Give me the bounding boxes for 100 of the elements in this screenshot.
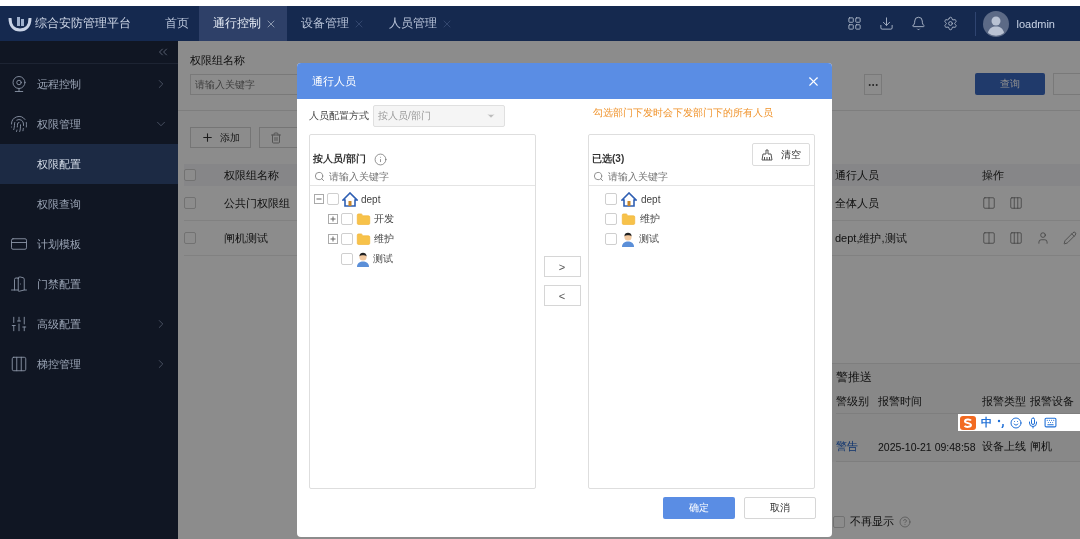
logo-icon (8, 14, 32, 33)
column-header: 报警设备 (1030, 394, 1074, 409)
expand-toggle-icon[interactable] (328, 214, 338, 224)
checkbox[interactable] (184, 232, 196, 244)
sidebar-subitem[interactable]: 权限配置 (0, 144, 178, 184)
nav-tab[interactable]: 设备管理 (287, 6, 375, 41)
column-header: 警级别 (836, 394, 869, 409)
ime-mode[interactable]: 中 (981, 415, 992, 430)
fingerprint-icon (10, 115, 28, 133)
panel-title: 按人员/部门 (313, 152, 366, 166)
app-title: 综合安防管理平台 (35, 15, 132, 32)
table-cell: 2025-10-21 09:48:58 (878, 440, 976, 453)
table-cell: 闸机测试 (224, 230, 268, 246)
help-icon (899, 515, 911, 528)
cancel-button[interactable]: 取消 (744, 497, 816, 519)
avatar[interactable] (983, 10, 1010, 37)
panel-title: 警推送 (836, 368, 872, 386)
folder-icon (356, 211, 371, 227)
plus-icon (201, 131, 214, 144)
smile-icon[interactable] (1010, 416, 1022, 429)
nav-tab[interactable]: 通行控制 (199, 6, 287, 41)
table-cell: 设备上线 (982, 439, 1026, 454)
folder-icon (356, 231, 371, 247)
download-icon[interactable] (879, 16, 895, 31)
sidebar-item[interactable]: 计划模板 (0, 224, 178, 264)
field-label: 权限组名称 (190, 53, 246, 68)
expand-toggle-icon[interactable] (328, 234, 338, 244)
collapse-toggle-icon[interactable] (314, 194, 324, 204)
tree-item[interactable]: 测试 (373, 252, 393, 266)
broom-icon (761, 148, 773, 161)
door-icon[interactable] (1009, 231, 1023, 245)
checkbox[interactable] (341, 233, 353, 245)
table-cell: dept,维护,测试 (835, 230, 907, 246)
search-field[interactable]: 请输入关键字 (608, 171, 814, 182)
transfer-button[interactable]: > (543, 256, 581, 277)
table-cell: 警告 (836, 439, 858, 454)
nav-tab[interactable]: 人员管理 (375, 6, 463, 41)
caret-icon (486, 111, 496, 121)
person-icon (356, 251, 370, 267)
checkbox-label: 不再显示 (850, 514, 894, 529)
column-header: 权限组名称 (224, 167, 279, 183)
checkbox[interactable] (605, 193, 617, 205)
settings-icon[interactable] (943, 16, 959, 31)
table-cell: 公共门权限组 (224, 195, 290, 211)
checkbox[interactable] (184, 197, 196, 209)
folder-icon (621, 211, 636, 227)
user-icon[interactable] (1036, 231, 1050, 245)
pencil-icon[interactable] (1063, 231, 1077, 245)
tree-item[interactable]: dept (361, 193, 381, 205)
list-item[interactable]: 维护 (640, 212, 660, 226)
table-cell: 全体人员 (835, 195, 879, 211)
checkbox[interactable] (341, 213, 353, 225)
person-icon (621, 231, 635, 247)
column-header: 通行人员 (835, 167, 879, 183)
checkbox[interactable] (184, 169, 196, 181)
panel-icon[interactable] (982, 231, 996, 245)
sidebar-item[interactable]: 梯控管理 (0, 344, 178, 384)
bell-icon[interactable] (911, 16, 927, 31)
search-icon (593, 171, 604, 182)
tree-item[interactable]: 维护 (374, 232, 394, 246)
columns-icon (10, 355, 28, 373)
house-icon (342, 191, 358, 207)
tree-item[interactable]: 开发 (374, 212, 394, 226)
panel-icon[interactable] (982, 196, 996, 210)
table-cell: 闸机 (1030, 439, 1052, 454)
checkbox[interactable] (341, 253, 353, 265)
sidebar-item[interactable]: 高级配置 (0, 304, 178, 344)
webcam-icon (10, 75, 28, 93)
list-item[interactable]: dept (641, 193, 661, 205)
sidebar-item[interactable]: 远程控制 (0, 64, 178, 104)
nav-tab[interactable]: 首页 (151, 6, 199, 41)
door-icon[interactable] (1009, 196, 1023, 210)
sidebar-item[interactable]: 权限管理 (0, 104, 178, 144)
grid-icon[interactable] (847, 16, 863, 31)
hint-text: 勾选部门下发时会下发部门下的所有人员 (592, 106, 774, 120)
sidebar-subitem[interactable]: 权限查询 (0, 184, 178, 224)
checkbox[interactable] (605, 233, 617, 245)
user-name[interactable]: loadmin (1016, 17, 1055, 30)
column-header: 操作 (982, 167, 1004, 183)
column-header: 报警类型 (982, 394, 1026, 409)
keyboard-icon[interactable] (1044, 416, 1057, 429)
transfer-button[interactable]: < (543, 285, 581, 306)
checkbox[interactable] (327, 193, 339, 205)
search-field[interactable]: 请输入关键字 (329, 171, 535, 182)
search-icon (314, 171, 325, 182)
checkbox[interactable] (833, 515, 845, 528)
checkbox[interactable] (605, 213, 617, 225)
punctuation-icon[interactable] (997, 417, 1005, 428)
more-button[interactable] (864, 74, 882, 95)
list-item[interactable]: 测试 (639, 232, 659, 246)
card-icon (10, 235, 28, 253)
sidebar-item[interactable]: 门禁配置 (0, 264, 178, 304)
collapse-icon[interactable] (156, 45, 170, 59)
clear-button[interactable]: 清空 (752, 143, 810, 166)
query-button[interactable]: 查询 (975, 73, 1045, 95)
mic-icon[interactable] (1027, 416, 1039, 429)
info-icon (373, 152, 387, 166)
house-icon (621, 191, 637, 207)
sliders-icon (10, 315, 28, 333)
add-button[interactable]: 添加 (190, 127, 251, 148)
